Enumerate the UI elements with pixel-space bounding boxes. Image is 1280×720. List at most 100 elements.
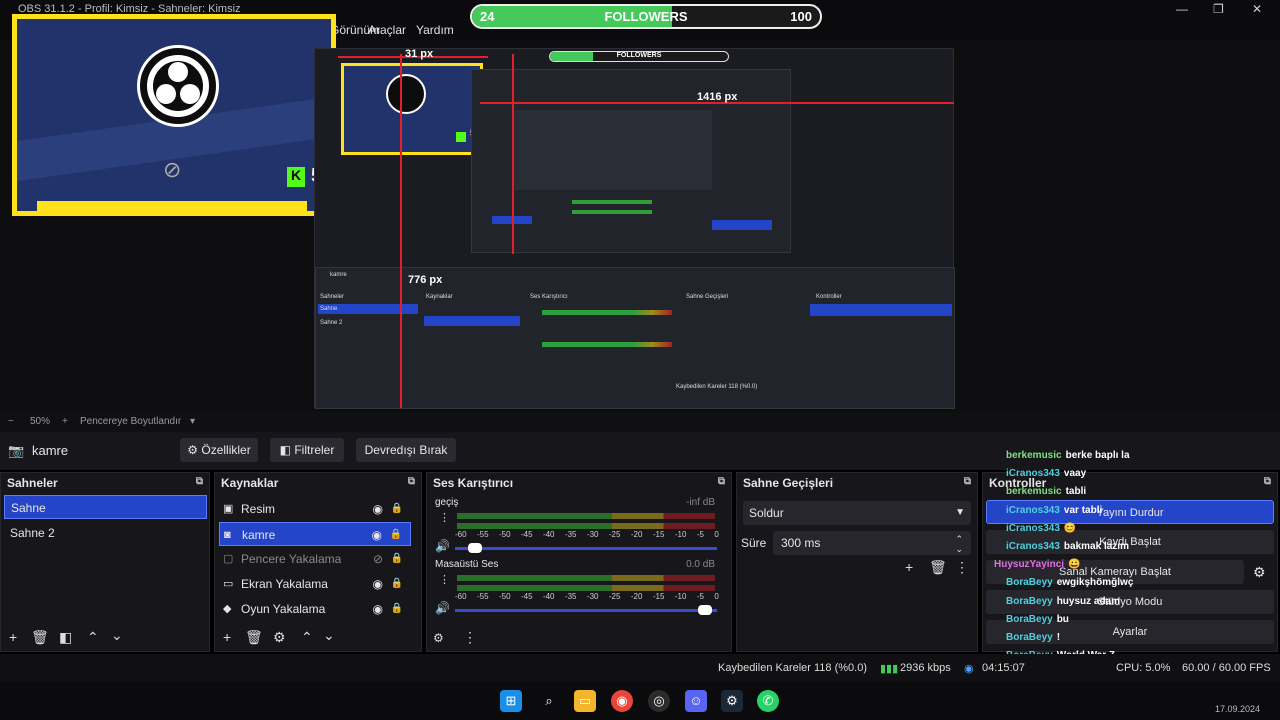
source-item-resim[interactable]: ▣ Resim ◉ 🔒 [219, 497, 411, 521]
volume-slider[interactable] [455, 543, 717, 553]
source-item-pencere-yakalama[interactable]: ▢ Pencere Yakalama ⊘ 🔒 [219, 547, 411, 571]
zoom-dropdown-icon[interactable]: ▾ [190, 416, 195, 427]
virtual-camera-settings-icon[interactable]: ⚙ [1253, 564, 1266, 581]
zoom-mode[interactable]: Pencereye Boyutlandır [80, 416, 181, 427]
lock-icon[interactable]: 🔒 [391, 597, 403, 621]
discord-icon[interactable]: ☺ [685, 690, 707, 712]
transition-menu-icon[interactable]: ⋮ [955, 559, 969, 576]
whatsapp-icon[interactable]: ✆ [757, 690, 779, 712]
remove-source-icon[interactable]: 🗑 [245, 629, 263, 646]
remove-transition-icon[interactable]: 🗑 [929, 559, 947, 576]
chrome-icon[interactable]: ◉ [611, 690, 633, 712]
nested-scene-2: Sahne 2 [320, 320, 343, 326]
chat-username: BoraBeyy [1006, 577, 1053, 589]
chat-message: BoraBeyy huysuz adam [1006, 596, 1120, 607]
cpu-usage: CPU: 5.0% [1116, 662, 1171, 674]
transition-select[interactable]: Soldur ▼ [743, 501, 971, 525]
chat-message: berkemusic berke baplı la [1006, 450, 1130, 461]
chat-text: huysuz adam [1056, 595, 1121, 607]
meter-tick: -30 [586, 530, 599, 539]
guide-vertical [400, 54, 402, 408]
obs-icon[interactable]: ◎ [648, 690, 670, 712]
add-scene-icon[interactable]: + [9, 629, 17, 645]
chat-text: tabli [1065, 486, 1087, 498]
source-item-ekran-yakalama[interactable]: ▭ Ekran Yakalama ◉ 🔒 [219, 572, 411, 596]
transitions-dock: Sahne Geçişleri ⧉ Soldur ▼ Süre 300 ms ⌃ … [736, 472, 978, 652]
steam-icon[interactable]: ⚙ [721, 690, 743, 712]
volume-meter [457, 585, 715, 591]
speaker-icon[interactable]: 🔊 [435, 539, 450, 553]
windows-start-icon[interactable]: ⊞ [500, 690, 522, 712]
chevron-down-icon: ▼ [955, 507, 965, 518]
scene-filters-icon[interactable]: ◧ [59, 629, 72, 646]
mixer-menu-icon[interactable]: ⋮ [463, 629, 477, 646]
source-item-kamre[interactable]: ◙ kamre ◉ 🔒 [219, 522, 411, 546]
nested-scene-1: Sahne [320, 306, 338, 312]
chat-message: HuysuzYayinci 😀 [994, 559, 1080, 570]
menu-help[interactable]: Yardım [416, 23, 454, 37]
nested-kick-icon [456, 132, 466, 142]
source-label: Ekran Yakalama [241, 577, 328, 591]
meter-tick: -50 [498, 530, 511, 539]
remove-scene-icon[interactable]: 🗑 [31, 629, 49, 646]
volume-slider[interactable] [455, 605, 717, 615]
scene-item-sahne[interactable]: Sahne [4, 495, 207, 519]
meter-tick: -55 [476, 530, 489, 539]
source-item-oyun-yakalama[interactable]: ◆ Oyun Yakalama ◉ 🔒 [219, 597, 411, 621]
volume-slider-handle[interactable] [697, 605, 712, 615]
meter-tick: -40 [542, 530, 555, 539]
eye-icon[interactable]: ◉ [373, 497, 383, 521]
scene-item-sahne-2[interactable]: Sahne 2 [4, 521, 207, 545]
lock-icon[interactable]: 🔒 [391, 572, 403, 596]
guide-inner [512, 54, 514, 254]
meter-tick: -25 [608, 592, 621, 601]
disable-button[interactable]: Devredışı Bırak [356, 438, 456, 462]
dock-popout-icon[interactable]: ⧉ [196, 476, 203, 487]
lock-icon[interactable]: 🔒 [391, 497, 403, 521]
nested-transitions-title: Sahne Geçişleri [686, 294, 729, 300]
mixer-header: Ses Karıştırıcı ⧉ [427, 473, 731, 493]
maximize-icon[interactable]: ❐ [1213, 2, 1224, 16]
file-explorer-icon[interactable]: ▭ [574, 690, 596, 712]
mixer-settings-icon[interactable]: ⚙ [433, 631, 444, 645]
zoom-level: 50% [30, 416, 51, 427]
dock-popout-icon[interactable]: ⧉ [964, 476, 971, 487]
sources-dock: Kaynaklar ⧉ ▣ Resim ◉ 🔒 ◙ kamre ◉ 🔒 ▢ Pencere Yaka… [214, 472, 422, 652]
menu-tools[interactable]: Araçlar [368, 23, 406, 37]
volume-slider-handle[interactable] [467, 543, 482, 553]
channel-menu-icon[interactable]: ⋮ [439, 511, 450, 524]
channel-menu-icon[interactable]: ⋮ [439, 573, 450, 586]
source-up-icon[interactable]: ⌃ [301, 629, 313, 646]
lock-icon[interactable]: 🔒 [390, 523, 402, 547]
spin-down-icon[interactable]: ⌄ [955, 537, 963, 561]
chat-username: berkemusic [1006, 450, 1062, 461]
search-icon[interactable]: ⌕ [538, 690, 560, 712]
dock-popout-icon[interactable]: ⧉ [718, 476, 725, 487]
meter-tick: -60 [455, 592, 467, 601]
close-icon[interactable]: ✕ [1252, 2, 1262, 16]
lock-icon[interactable]: 🔒 [391, 547, 403, 571]
speaker-icon[interactable]: 🔊 [435, 601, 450, 615]
eye-icon[interactable]: ◉ [373, 597, 383, 621]
properties-button[interactable]: ⚙ Özellikler [180, 438, 258, 462]
chat-message: iCranos343 😊 [1006, 523, 1076, 534]
add-source-icon[interactable]: + [223, 629, 231, 645]
move-up-icon[interactable]: ⌃ [87, 629, 99, 646]
duration-input[interactable]: 300 ms ⌃ ⌄ [773, 531, 971, 555]
zoom-in-icon[interactable]: + [62, 416, 68, 427]
source-properties-icon[interactable]: ⚙ [273, 629, 286, 646]
move-down-icon[interactable]: ⌄ [111, 627, 123, 644]
filters-button[interactable]: ◧ Filtreler [270, 438, 344, 462]
zoom-out-icon[interactable]: − [8, 416, 14, 427]
dock-popout-icon[interactable]: ⧉ [1264, 476, 1271, 487]
meter-tick: 0 [714, 530, 719, 539]
eye-off-icon[interactable]: ⊘ [373, 547, 383, 571]
add-transition-icon[interactable]: + [905, 559, 913, 575]
eye-icon[interactable]: ◉ [373, 572, 383, 596]
chat-username: iCranos343 [1006, 468, 1060, 480]
source-down-icon[interactable]: ⌄ [323, 627, 335, 644]
eye-icon[interactable]: ◉ [372, 523, 382, 547]
minimize-icon[interactable]: — [1176, 2, 1188, 16]
dock-popout-icon[interactable]: ⧉ [408, 476, 415, 487]
nested-scene-name: kamre [330, 272, 347, 278]
